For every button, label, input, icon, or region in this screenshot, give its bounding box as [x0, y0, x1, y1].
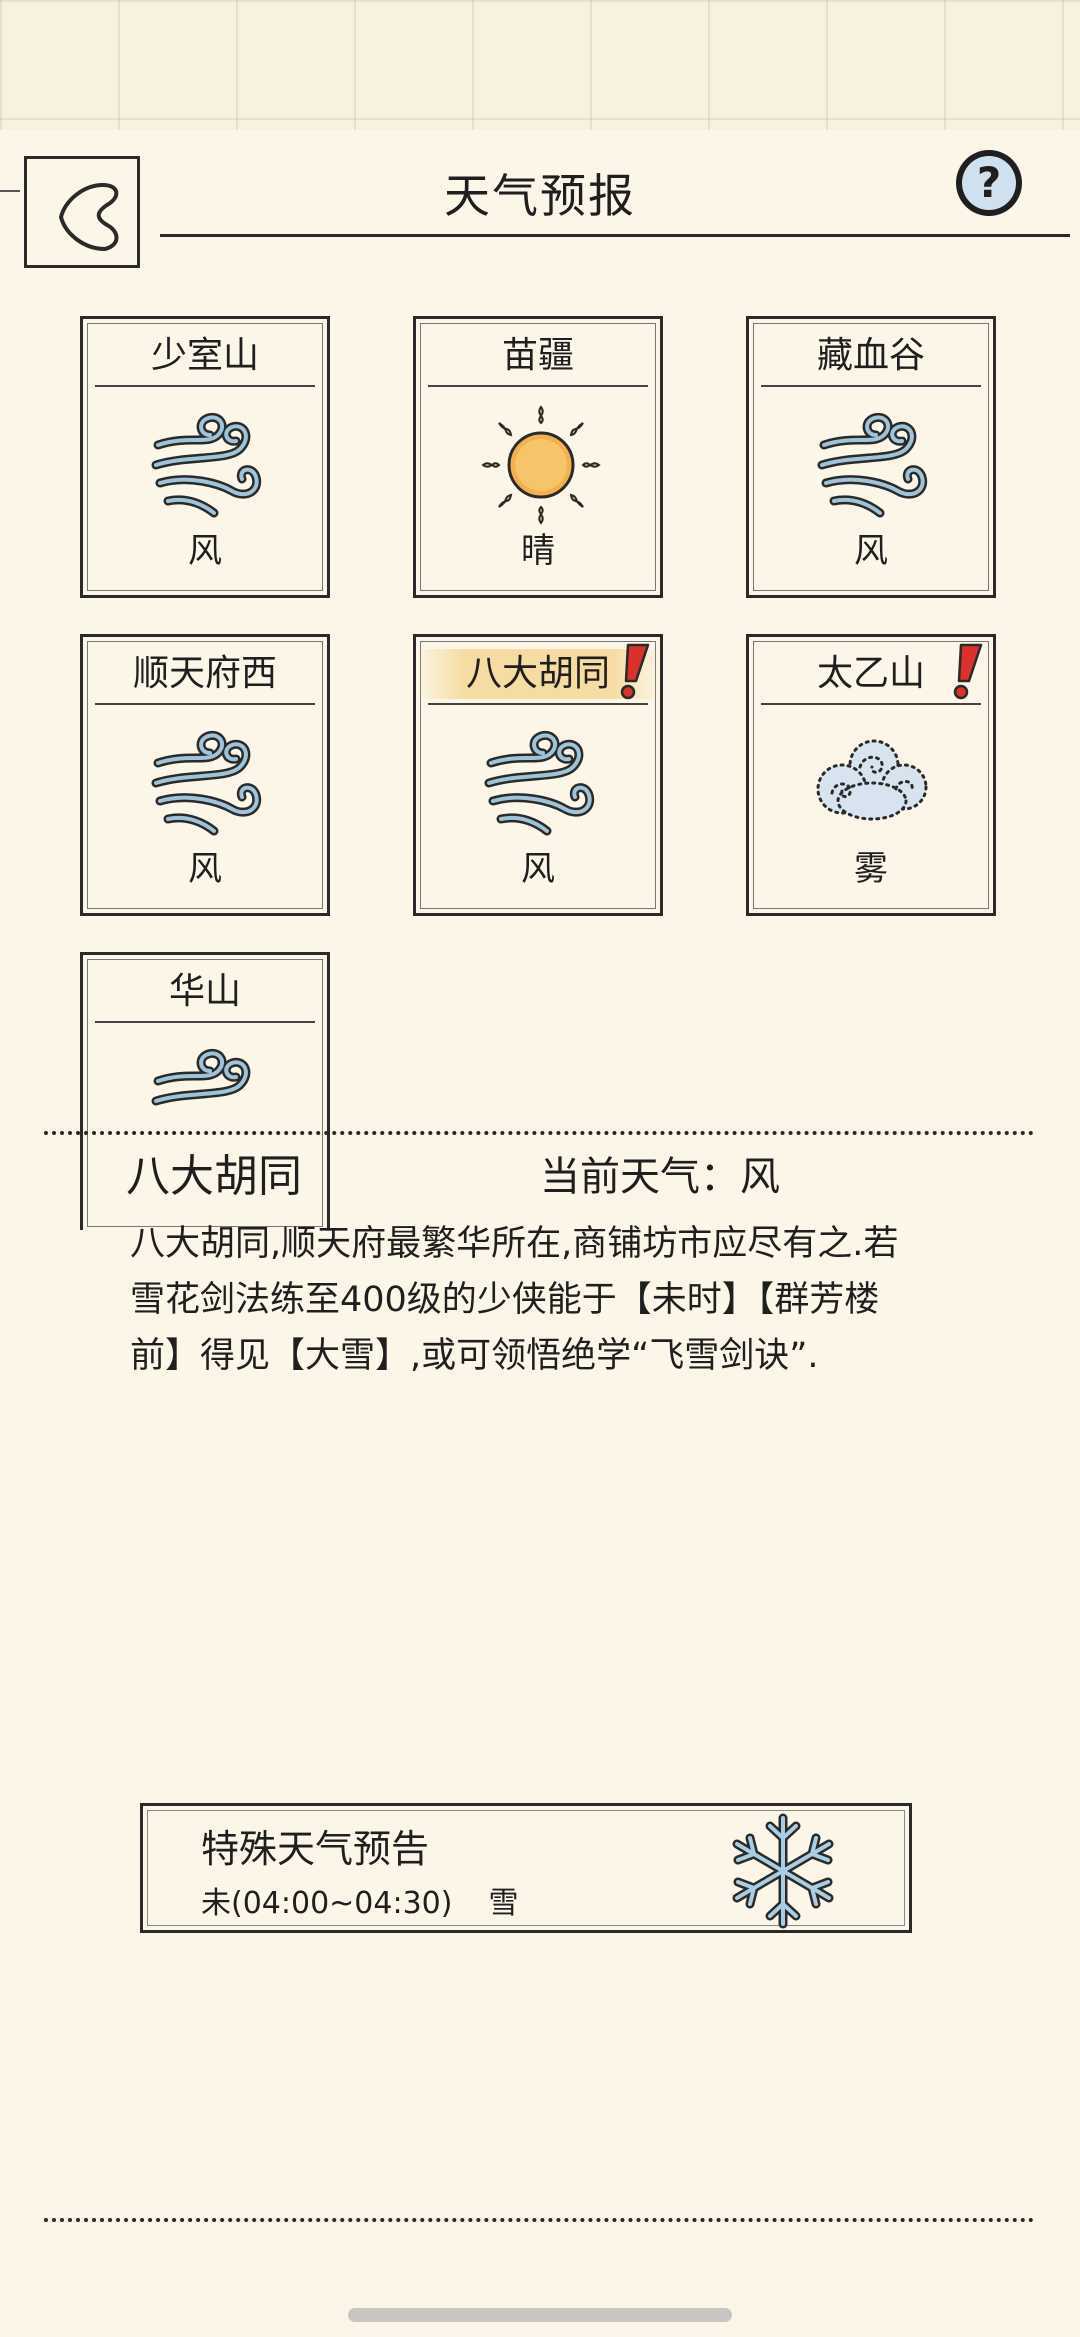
card-divider [428, 385, 648, 387]
region-card-cangxuegu[interactable]: 藏血谷 风 [746, 316, 996, 598]
weather-label: 风 [521, 849, 555, 889]
weather-label: 雾 [854, 849, 888, 889]
special-forecast-title: 特殊天气预告 [201, 1827, 430, 1871]
region-card-taiyishan[interactable]: 太乙山 雾 [746, 634, 996, 916]
region-name: 藏血谷 [816, 335, 925, 376]
detail-divider-top [44, 1131, 1034, 1135]
fog-icon [816, 739, 928, 821]
sun-icon [481, 405, 601, 525]
special-forecast-info: 未(04:00~04:30) 雪 [201, 1878, 518, 1922]
card-divider [95, 385, 315, 387]
detail-location: 八大胡同 [126, 1151, 302, 1202]
wind-icon [817, 413, 928, 518]
card-divider [761, 385, 981, 387]
wind-icon [151, 413, 262, 518]
region-card-miaojiang[interactable]: 苗疆 晴 [413, 316, 663, 598]
special-forecast-card: 特殊天气预告 未(04:00~04:30) 雪 [140, 1803, 912, 1933]
card-divider [95, 1021, 315, 1023]
forecast-time: 未(04:00~04:30) [201, 1886, 453, 1921]
region-card-shuntianfuxi[interactable]: 顺天府西 风 [80, 634, 330, 916]
region-name: 苗疆 [501, 335, 574, 376]
alert-icon [953, 643, 983, 700]
region-card-badahutong[interactable]: 八大胡同 风 [413, 634, 663, 916]
detail-divider-bottom [44, 2218, 1034, 2222]
weather-label: 风 [188, 849, 222, 889]
weather-label: 晴 [521, 531, 555, 571]
region-grid: 少室山 风 苗疆 晴 藏血谷 风 顺天府西 风 八大胡同 风 太乙山 雾 华山 [0, 130, 1080, 1230]
wind-icon [151, 731, 262, 836]
detail-description: 八大胡同,顺天府最繁华所在,商铺坊市应尽有之.若雪花剑法练至400级的少侠能于【… [130, 1224, 899, 1376]
alert-icon [620, 643, 650, 700]
weather-label: 风 [854, 531, 888, 571]
card-divider [761, 703, 981, 705]
region-name: 少室山 [150, 335, 259, 376]
wind-icon [484, 731, 595, 836]
weather-label: 风 [188, 531, 222, 571]
card-divider [428, 703, 648, 705]
snowflake-icon [732, 1813, 834, 1929]
region-name: 顺天府西 [132, 653, 277, 694]
home-indicator[interactable] [348, 2308, 732, 2322]
region-name: 华山 [168, 971, 241, 1012]
forecast-weather: 雪 [488, 1886, 519, 1921]
card-divider [95, 703, 315, 705]
weather-panel: 天气预报 ? 少室山 风 苗疆 晴 藏血谷 风 顺天府西 风 八大胡同 风 太乙… [0, 130, 1080, 2337]
region-card-shaoshishan[interactable]: 少室山 风 [80, 316, 330, 598]
detail-current-weather: 当前天气：风 [540, 1154, 780, 1200]
